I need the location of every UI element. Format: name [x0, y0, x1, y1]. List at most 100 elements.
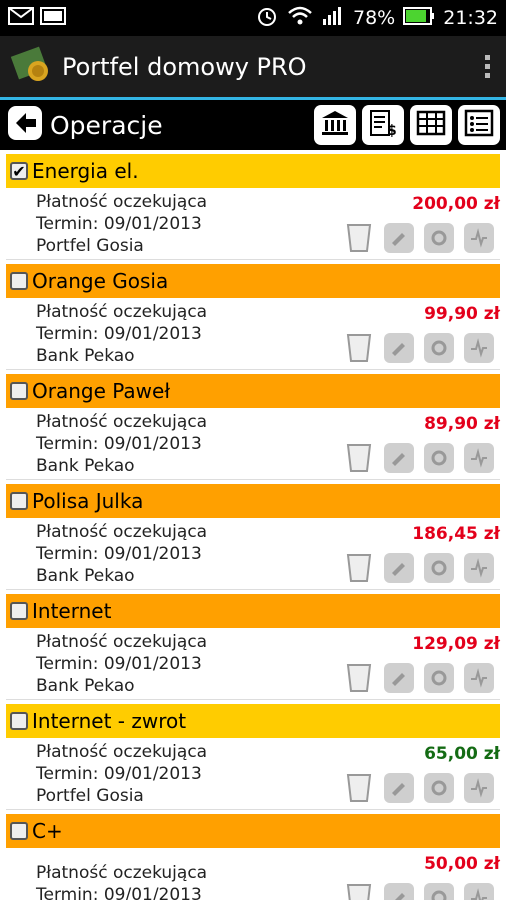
edit-icon[interactable] — [384, 223, 414, 253]
list-button[interactable] — [458, 105, 500, 145]
list-item[interactable]: ✔ Energia el. Płatność oczekująca Termin… — [6, 154, 500, 260]
svg-text:$: $ — [387, 123, 397, 138]
item-details[interactable]: Płatność oczekująca Termin: 09/01/2013 P… — [6, 188, 500, 260]
item-checkbox[interactable] — [10, 602, 28, 620]
refresh-icon[interactable] — [424, 333, 454, 363]
item-details[interactable]: Płatność oczekująca Termin: 09/01/2013 B… — [6, 298, 500, 370]
status-bar: 78% 21:32 — [0, 0, 506, 36]
item-amount: 89,90 zł — [424, 414, 500, 434]
chart-icon[interactable] — [464, 333, 494, 363]
glass-icon[interactable] — [344, 223, 374, 253]
item-account: Portfel Gosia — [36, 785, 144, 806]
budget-button[interactable]: $ — [362, 105, 404, 145]
page-title: Operacje — [50, 110, 163, 140]
bank-button[interactable] — [314, 105, 356, 145]
edit-icon[interactable] — [384, 443, 414, 473]
refresh-icon[interactable] — [424, 773, 454, 803]
overflow-menu-icon[interactable] — [479, 49, 496, 84]
item-name: C+ — [32, 819, 63, 843]
edit-icon[interactable] — [384, 553, 414, 583]
list-item[interactable]: Orange Gosia Płatność oczekująca Termin:… — [6, 264, 500, 370]
item-due-date: Termin: 09/01/2013 — [36, 433, 202, 454]
glass-icon[interactable] — [344, 333, 374, 363]
edit-icon[interactable] — [384, 663, 414, 693]
list-item[interactable]: Internet - zwrot Płatność oczekująca Ter… — [6, 704, 500, 810]
chart-icon[interactable] — [464, 223, 494, 253]
wifi-icon — [287, 5, 313, 32]
chart-icon[interactable] — [464, 443, 494, 473]
item-status: Płatność oczekująca — [36, 521, 208, 542]
edit-icon[interactable] — [384, 883, 414, 900]
item-header[interactable]: Polisa Julka — [6, 484, 500, 518]
action-bar: Portfel domowy PRO — [0, 36, 506, 100]
item-due-date: Termin: 09/01/2013 — [36, 763, 202, 784]
signal-icon — [321, 5, 345, 32]
item-details[interactable]: Płatność oczekująca Termin: 09/01/2013 5… — [6, 848, 500, 900]
item-checkbox[interactable] — [10, 712, 28, 730]
edit-icon[interactable] — [384, 773, 414, 803]
item-status: Płatność oczekująca — [36, 301, 208, 322]
list-icon — [464, 109, 494, 141]
item-checkbox[interactable] — [10, 272, 28, 290]
glass-icon[interactable] — [344, 443, 374, 473]
glass-icon[interactable] — [344, 883, 374, 900]
item-name: Orange Paweł — [32, 379, 171, 403]
item-checkbox[interactable]: ✔ — [10, 161, 28, 181]
item-amount: 99,90 zł — [424, 304, 500, 324]
list-item[interactable]: Internet Płatność oczekująca Termin: 09/… — [6, 594, 500, 700]
item-status: Płatność oczekująca — [36, 631, 208, 652]
gallery-icon — [40, 7, 66, 29]
list-item[interactable]: Orange Paweł Płatność oczekująca Termin:… — [6, 374, 500, 480]
item-details[interactable]: Płatność oczekująca Termin: 09/01/2013 B… — [6, 408, 500, 480]
item-name: Energia el. — [32, 159, 139, 183]
refresh-icon[interactable] — [424, 223, 454, 253]
item-header[interactable]: Orange Paweł — [6, 374, 500, 408]
edit-icon[interactable] — [384, 333, 414, 363]
item-due-date: Termin: 09/01/2013 — [36, 884, 202, 900]
glass-icon[interactable] — [344, 553, 374, 583]
item-header[interactable]: Internet — [6, 594, 500, 628]
back-arrow-icon[interactable] — [6, 104, 44, 146]
item-status: Płatność oczekująca — [36, 411, 208, 432]
sub-header: Operacje $ — [0, 100, 506, 150]
refresh-icon[interactable] — [424, 663, 454, 693]
item-checkbox[interactable] — [10, 492, 28, 510]
refresh-icon[interactable] — [424, 553, 454, 583]
table-button[interactable] — [410, 105, 452, 145]
glass-icon[interactable] — [344, 663, 374, 693]
item-details[interactable]: Płatność oczekująca Termin: 09/01/2013 P… — [6, 738, 500, 810]
clock: 21:32 — [443, 7, 498, 29]
item-header[interactable]: C+ — [6, 814, 500, 848]
app-logo-icon[interactable] — [10, 45, 54, 89]
item-due-date: Termin: 09/01/2013 — [36, 213, 202, 234]
refresh-icon[interactable] — [424, 883, 454, 900]
item-header[interactable]: ✔ Energia el. — [6, 154, 500, 188]
operations-list: ✔ Energia el. Płatność oczekująca Termin… — [0, 150, 506, 900]
refresh-icon[interactable] — [424, 443, 454, 473]
item-amount: 129,09 zł — [412, 634, 500, 654]
item-status: Płatność oczekująca — [36, 741, 208, 762]
item-name: Orange Gosia — [32, 269, 169, 293]
check-icon: ✔ — [12, 161, 26, 181]
item-amount: 200,00 zł — [412, 194, 500, 214]
item-details[interactable]: Płatność oczekująca Termin: 09/01/2013 B… — [6, 628, 500, 700]
list-item[interactable]: Polisa Julka Płatność oczekująca Termin:… — [6, 484, 500, 590]
chart-icon[interactable] — [464, 883, 494, 900]
item-header[interactable]: Internet - zwrot — [6, 704, 500, 738]
glass-icon[interactable] — [344, 773, 374, 803]
money-list-icon: $ — [368, 108, 398, 142]
item-header[interactable]: Orange Gosia — [6, 264, 500, 298]
item-checkbox[interactable] — [10, 822, 28, 840]
item-checkbox[interactable] — [10, 382, 28, 400]
message-icon — [8, 7, 34, 29]
list-item[interactable]: C+ Płatność oczekująca Termin: 09/01/201… — [6, 814, 500, 900]
item-due-date: Termin: 09/01/2013 — [36, 653, 202, 674]
chart-icon[interactable] — [464, 663, 494, 693]
item-details[interactable]: Płatność oczekująca Termin: 09/01/2013 B… — [6, 518, 500, 590]
item-amount: 186,45 zł — [412, 524, 500, 544]
chart-icon[interactable] — [464, 773, 494, 803]
item-due-date: Termin: 09/01/2013 — [36, 323, 202, 344]
item-due-date: Termin: 09/01/2013 — [36, 543, 202, 564]
chart-icon[interactable] — [464, 553, 494, 583]
item-account: Bank Pekao — [36, 675, 135, 696]
